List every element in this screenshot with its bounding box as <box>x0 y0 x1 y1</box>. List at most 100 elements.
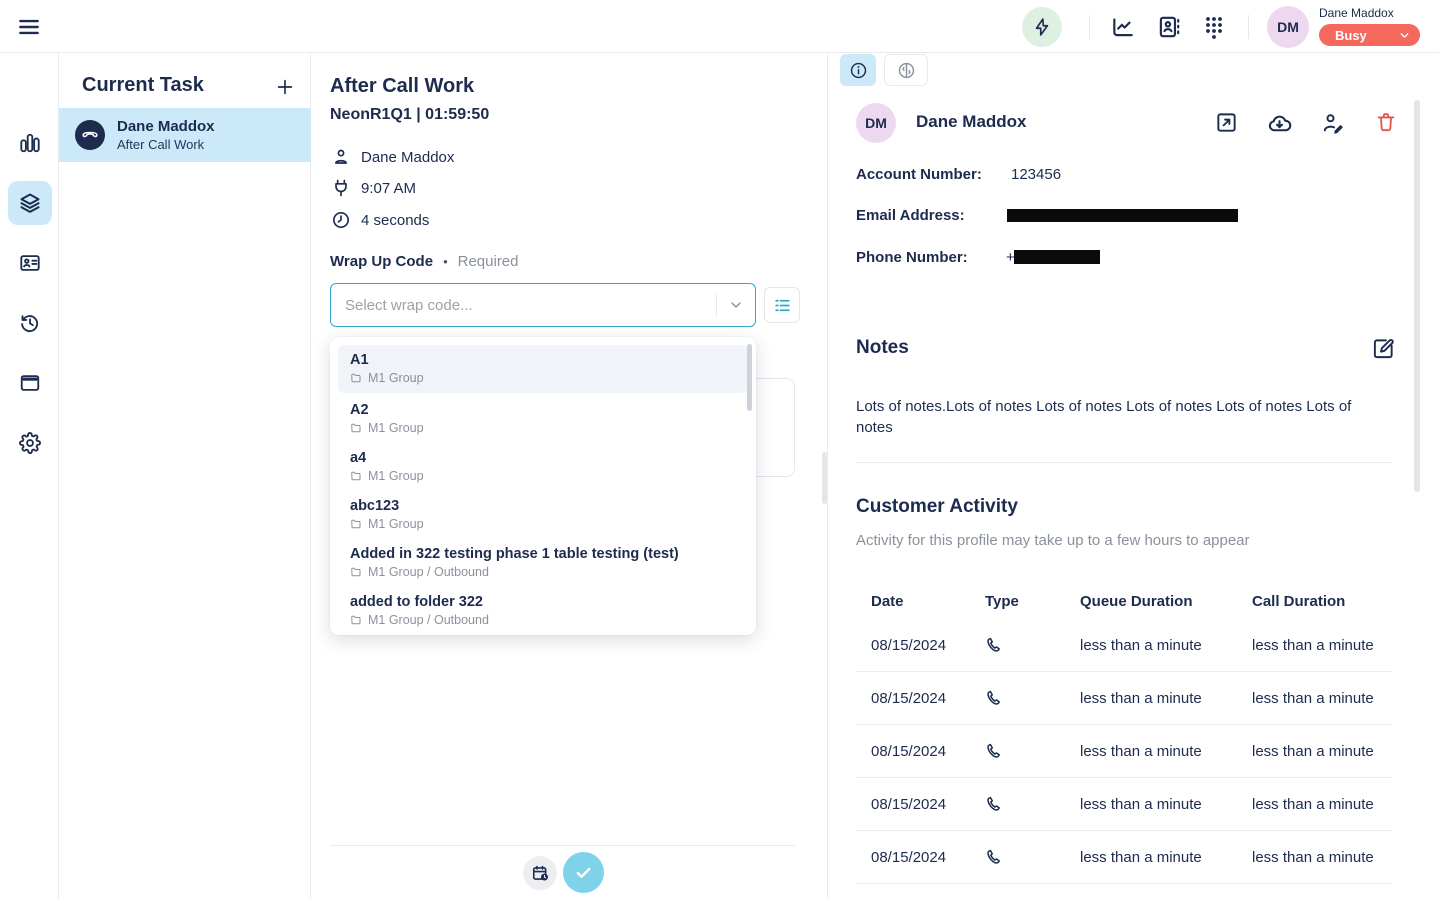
activity-table: Date Type Queue Duration Call Duration 0… <box>856 583 1393 884</box>
profile-scrollbar-thumb[interactable] <box>1414 100 1420 492</box>
plus-icon <box>274 76 296 98</box>
phone-handset-icon <box>75 120 105 150</box>
account-number-value: 123456 <box>1011 166 1061 183</box>
contacts-directory-button[interactable] <box>1156 14 1182 40</box>
edit-profile-button[interactable] <box>1321 111 1345 135</box>
download-profile-button[interactable] <box>1266 111 1293 136</box>
reporting-button[interactable] <box>1110 14 1136 40</box>
phone-icon <box>985 636 1080 654</box>
sidebar-item-browser[interactable] <box>19 372 41 394</box>
cloud-download-icon <box>1266 111 1293 136</box>
wrap-code-option-group: M1 Group / Outbound <box>350 613 736 627</box>
task-start-time: 9:07 AM <box>361 180 416 197</box>
hamburger-icon <box>16 14 44 40</box>
wrap-code-dropdown: A1 M1 Group A2 M1 Group <box>330 337 756 635</box>
dialpad-icon <box>1202 14 1228 40</box>
activity-date: 08/15/2024 <box>871 743 985 760</box>
wrap-code-option[interactable]: A1 M1 Group <box>338 345 748 393</box>
schedule-followup-button[interactable] <box>523 856 557 890</box>
column-queue-duration: Queue Duration <box>1080 593 1252 610</box>
analytics-icon <box>19 132 41 154</box>
add-task-button[interactable] <box>274 76 296 98</box>
wrap-code-option-group: M1 Group <box>350 469 736 483</box>
dialpad-button[interactable] <box>1202 14 1228 40</box>
profile-avatar: DM <box>856 103 896 143</box>
notes-content: Lots of notes.Lots of notes Lots of note… <box>856 396 1388 438</box>
plug-icon <box>331 178 351 198</box>
chevron-down-icon <box>1398 29 1411 42</box>
person-icon <box>331 147 351 167</box>
user-name: Dane Maddox <box>1319 6 1421 20</box>
activity-queue-duration: less than a minute <box>1080 849 1252 866</box>
chevron-down-icon[interactable] <box>717 297 755 313</box>
redacted-phone-value <box>1014 250 1100 264</box>
customer-activity-title: Customer Activity <box>856 496 1018 518</box>
account-number-label: Account Number: <box>856 166 982 183</box>
sidebar-item-analytics[interactable] <box>19 132 41 154</box>
wrap-code-option-name: a4 <box>350 450 736 466</box>
task-detail-panel: After Call Work NeonR1Q1 | 01:59:50 Dane… <box>311 53 828 899</box>
activity-table-row: 08/15/2024 less than a minute less than … <box>856 672 1393 725</box>
wrap-code-option-group: M1 Group <box>350 517 736 531</box>
footer-divider <box>330 845 795 846</box>
tab-profile-info[interactable] <box>840 54 876 86</box>
topbar-divider <box>1089 15 1090 39</box>
email-label: Email Address: <box>856 207 965 224</box>
trash-icon <box>1375 111 1397 133</box>
wrap-code-select[interactable] <box>330 283 756 327</box>
browse-wrap-codes-button[interactable] <box>764 287 800 323</box>
wrap-code-option-name: A2 <box>350 402 736 418</box>
bolt-icon <box>1032 17 1052 37</box>
sidebar-item-contacts[interactable] <box>19 252 41 274</box>
edit-notes-button[interactable] <box>1372 337 1395 360</box>
task-list-item[interactable]: Dane Maddox After Call Work <box>59 108 311 162</box>
wrap-code-option[interactable]: added to folder 322 M1 Group / Outbound <box>330 587 756 635</box>
status-dropdown[interactable]: Busy <box>1319 24 1420 46</box>
phone-icon <box>985 742 1080 760</box>
complete-task-button[interactable] <box>563 852 604 893</box>
section-divider <box>856 462 1393 463</box>
wrap-code-option[interactable]: abc123 M1 Group <box>330 491 756 539</box>
customer-activity-subtitle: Activity for this profile may take up to… <box>856 532 1250 549</box>
quick-actions-button[interactable] <box>1022 7 1062 47</box>
detail-scrollbar-thumb[interactable] <box>822 452 827 504</box>
customer-profile-panel: DM Dane Maddox Account Number: 123456 Em… <box>829 53 1439 899</box>
activity-date: 08/15/2024 <box>871 690 985 707</box>
calendar-clock-icon <box>531 864 550 883</box>
topbar: DM Dane Maddox Busy <box>0 0 1439 53</box>
activity-call-duration: less than a minute <box>1252 849 1393 866</box>
list-icon <box>773 296 792 315</box>
line-chart-icon <box>1110 14 1136 40</box>
hamburger-menu-button[interactable] <box>16 13 44 41</box>
delete-profile-button[interactable] <box>1375 111 1397 133</box>
dropdown-scrollbar-thumb[interactable] <box>747 344 752 411</box>
info-icon <box>849 61 868 80</box>
phone-label: Phone Number: <box>856 249 968 266</box>
wrap-code-option[interactable]: a4 M1 Group <box>330 443 756 491</box>
folder-icon <box>350 422 368 434</box>
sidebar-item-history[interactable] <box>19 312 41 334</box>
activity-call-duration: less than a minute <box>1252 796 1393 813</box>
tab-ai-insights[interactable] <box>884 54 928 86</box>
wrap-code-option[interactable]: Added in 322 testing phase 1 table testi… <box>330 539 756 587</box>
wrap-code-input[interactable] <box>331 284 716 326</box>
task-item-name: Dane Maddox <box>117 118 215 135</box>
task-contact-row: Dane Maddox <box>331 147 454 167</box>
folder-icon <box>350 470 368 482</box>
task-contact-name: Dane Maddox <box>361 149 454 166</box>
open-profile-button[interactable] <box>1215 111 1238 134</box>
left-icon-rail <box>0 53 59 899</box>
activity-table-header: Date Type Queue Duration Call Duration <box>856 583 1393 619</box>
phone-icon <box>985 689 1080 707</box>
sidebar-item-settings[interactable] <box>19 432 41 454</box>
sidebar-item-tasks[interactable] <box>8 181 52 225</box>
phone-icon <box>985 795 1080 813</box>
redacted-email-value <box>1007 209 1238 222</box>
wrap-up-code-label-row: Wrap Up Code • Required <box>330 253 519 270</box>
task-start-time-row: 9:07 AM <box>331 178 416 198</box>
wrap-code-option[interactable]: A2 M1 Group <box>330 395 756 443</box>
open-in-new-icon <box>1215 111 1238 134</box>
activity-call-duration: less than a minute <box>1252 637 1393 654</box>
user-avatar[interactable]: DM <box>1267 6 1309 48</box>
activity-queue-duration: less than a minute <box>1080 743 1252 760</box>
